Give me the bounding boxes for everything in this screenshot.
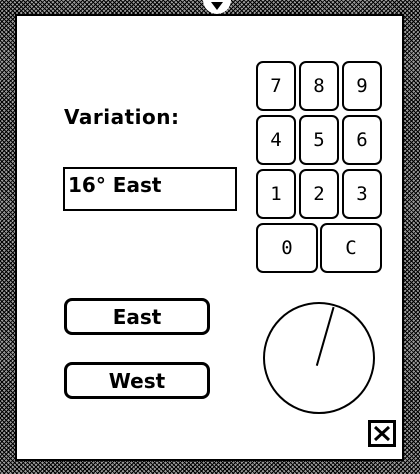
key-9[interactable]: 9 [342,61,382,111]
key-1[interactable]: 1 [256,169,296,219]
key-8[interactable]: 8 [299,61,339,111]
key-4[interactable]: 4 [256,115,296,165]
key-5[interactable]: 5 [299,115,339,165]
key-clear[interactable]: C [320,223,382,273]
window-notch-icon [203,0,231,14]
key-0[interactable]: 0 [256,223,318,273]
window-frame: Variation: 16° East 7 8 9 4 5 6 1 2 3 0 … [0,0,420,474]
numeric-keypad: 7 8 9 4 5 6 1 2 3 0 C [256,61,384,274]
compass-dial-icon[interactable] [262,301,376,415]
variation-label: Variation: [64,105,180,129]
west-button[interactable]: West [64,362,210,399]
variation-value-field[interactable]: 16° East [63,167,237,211]
key-3[interactable]: 3 [342,169,382,219]
key-6[interactable]: 6 [342,115,382,165]
key-7[interactable]: 7 [256,61,296,111]
close-box-icon[interactable] [368,420,396,447]
east-button[interactable]: East [64,298,210,335]
key-2[interactable]: 2 [299,169,339,219]
